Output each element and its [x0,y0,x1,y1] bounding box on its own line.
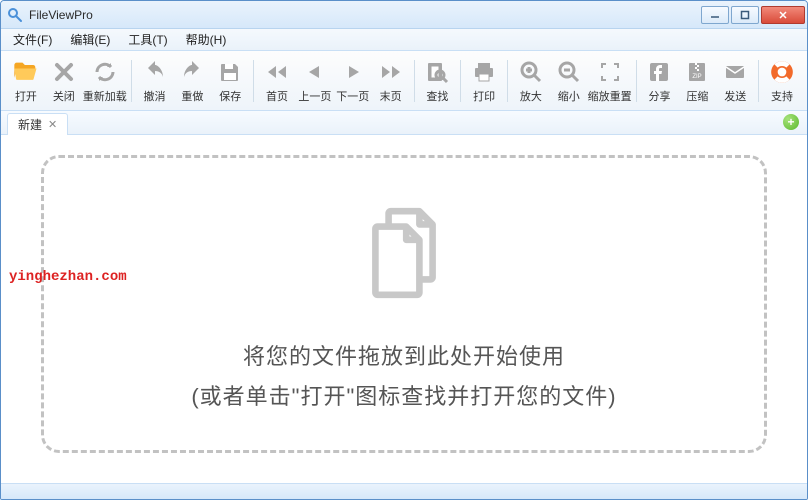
separator [253,60,254,102]
app-window: FileViewPro 文件(F) 编辑(E) 工具(T) 帮助(H) 打开 关… [0,0,808,500]
prev-page-button[interactable]: 上一页 [296,54,334,108]
undo-button[interactable]: 撤消 [136,54,174,108]
dropzone[interactable]: 将您的文件拖放到此处开始使用 (或者单击"打开"图标查找并打开您的文件) [41,155,767,453]
prev-label: 上一页 [298,88,331,104]
zoom-in-button[interactable]: 放大 [512,54,550,108]
separator [636,60,637,102]
send-button[interactable]: 发送 [716,54,754,108]
zoomin-label: 放大 [520,88,542,104]
undo-icon [141,58,169,86]
redo-icon [178,58,206,86]
separator [131,60,132,102]
minimize-button[interactable] [701,6,729,24]
separator [758,60,759,102]
tab-close-icon[interactable]: ✕ [48,118,57,131]
toolbar: 打开 关闭 重新加载 撤消 重做 保存 首页 上一页 [1,51,807,111]
menu-tools[interactable]: 工具(T) [120,29,175,50]
separator [507,60,508,102]
last-page-button[interactable]: 末页 [372,54,410,108]
documents-icon [349,198,459,311]
find-label: 查找 [426,88,448,104]
add-tab-button[interactable]: + [783,114,799,130]
mail-icon [721,58,749,86]
content-area: 将您的文件拖放到此处开始使用 (或者单击"打开"图标查找并打开您的文件) [1,135,807,483]
statusbar [1,483,807,499]
x-icon [50,58,78,86]
next-label: 下一页 [336,88,369,104]
zip-label: 压缩 [686,88,708,104]
last-page-icon [377,58,405,86]
find-button[interactable]: 查找 [418,54,456,108]
menu-help[interactable]: 帮助(H) [178,29,235,50]
save-label: 保存 [219,88,241,104]
tab-new[interactable]: 新建 ✕ [7,113,68,135]
app-icon [7,7,23,23]
first-page-icon [263,58,291,86]
reload-icon [91,58,119,86]
zip-button[interactable]: ZIP 压缩 [678,54,716,108]
open-button[interactable]: 打开 [7,54,45,108]
separator [414,60,415,102]
zoom-out-button[interactable]: 缩小 [550,54,588,108]
first-label: 首页 [266,88,288,104]
tabstrip: 新建 ✕ + [1,111,807,135]
search-icon [423,58,451,86]
dropzone-text-2: (或者单击"打开"图标查找并打开您的文件) [191,379,616,411]
zoom-reset-icon [596,58,624,86]
close-file-button[interactable]: 关闭 [45,54,83,108]
save-button[interactable]: 保存 [211,54,249,108]
window-controls [699,6,805,24]
maximize-button[interactable] [731,6,759,24]
reload-button[interactable]: 重新加载 [83,54,127,108]
redo-button[interactable]: 重做 [173,54,211,108]
menu-file[interactable]: 文件(F) [5,29,60,50]
dropzone-text-1: 将您的文件拖放到此处开始使用 [243,339,565,371]
zoom-in-icon [517,58,545,86]
folder-open-icon [12,58,40,86]
share-button[interactable]: 分享 [641,54,679,108]
open-label: 打开 [15,88,37,104]
next-page-icon [339,58,367,86]
send-label: 发送 [724,88,746,104]
lifebuoy-icon [768,58,796,86]
prev-page-icon [301,58,329,86]
support-button[interactable]: 支持 [763,54,801,108]
titlebar: FileViewPro [1,1,807,29]
svg-text:ZIP: ZIP [693,74,702,80]
separator [460,60,461,102]
next-page-button[interactable]: 下一页 [334,54,372,108]
menu-edit[interactable]: 编辑(E) [62,29,118,50]
zoom-reset-button[interactable]: 缩放重置 [588,54,632,108]
facebook-icon [645,58,673,86]
tab-label: 新建 [18,116,42,133]
save-icon [216,58,244,86]
zoom-out-icon [555,58,583,86]
reload-label: 重新加载 [83,88,127,104]
print-button[interactable]: 打印 [465,54,503,108]
menubar: 文件(F) 编辑(E) 工具(T) 帮助(H) [1,29,807,51]
support-label: 支持 [771,88,793,104]
print-label: 打印 [473,88,495,104]
last-label: 末页 [380,88,402,104]
window-title: FileViewPro [29,8,699,22]
share-label: 分享 [648,88,670,104]
close-label: 关闭 [53,88,75,104]
watermark-text: yinghezhan.com [9,269,127,285]
print-icon [470,58,498,86]
zip-icon: ZIP [683,58,711,86]
first-page-button[interactable]: 首页 [258,54,296,108]
redo-label: 重做 [181,88,203,104]
close-button[interactable] [761,6,805,24]
zoomreset-label: 缩放重置 [588,88,632,104]
undo-label: 撤消 [144,88,166,104]
zoomout-label: 缩小 [558,88,580,104]
